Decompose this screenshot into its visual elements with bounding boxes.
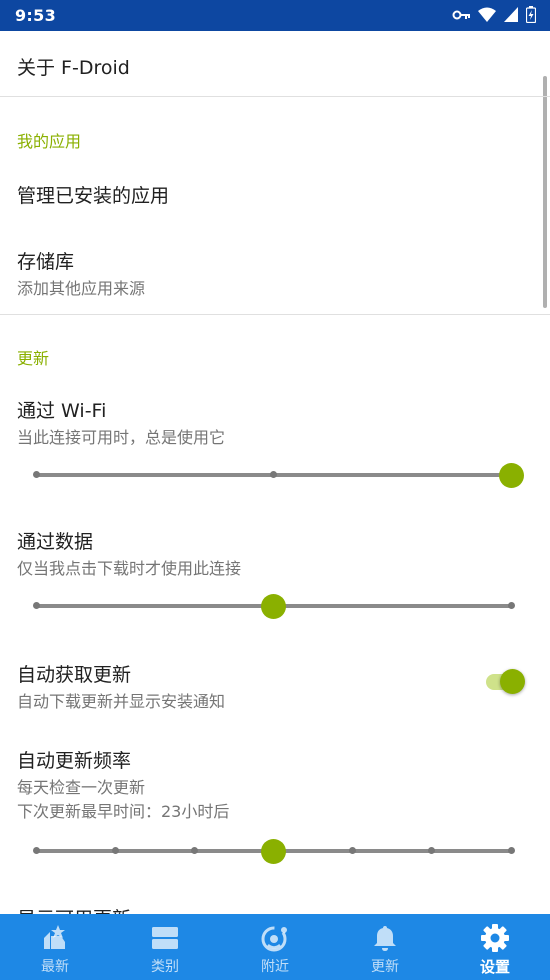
- over-data-summary: 仅当我点击下载时才使用此连接: [17, 559, 242, 578]
- category-my-apps: 我的应用: [17, 132, 82, 151]
- toggle-thumb: [500, 669, 525, 694]
- repositories-item[interactable]: 存储库 添加其他应用来源: [17, 247, 533, 300]
- divider: [0, 96, 550, 97]
- update-frequency-title: 自动更新频率: [17, 750, 132, 772]
- nav-label: 设置: [479, 958, 510, 976]
- over-wifi-slider[interactable]: [32, 460, 524, 490]
- status-time: 9:53: [15, 6, 56, 25]
- nav-label: 更新: [371, 959, 399, 975]
- settings-gear-icon: [480, 923, 510, 953]
- category-updates: 更新: [17, 349, 50, 368]
- slider-thumb[interactable]: [261, 594, 286, 619]
- auto-fetch-toggle[interactable]: [486, 667, 526, 697]
- repositories-title: 存储库: [17, 251, 75, 273]
- over-data-item: 通过数据 仅当我点击下载时才使用此连接: [17, 527, 533, 580]
- nav-label: 附近: [261, 959, 289, 975]
- nav-nearby[interactable]: 附近: [220, 914, 330, 980]
- auto-fetch-updates-item[interactable]: 自动获取更新 自动下载更新并显示安装通知: [17, 660, 533, 713]
- slider-tick: [507, 847, 515, 854]
- manage-installed-apps-item[interactable]: 管理已安装的应用: [17, 181, 533, 208]
- bottom-navigation: 最新 类别 附近 更新 设置: [0, 914, 550, 980]
- slider-tick: [32, 471, 40, 478]
- over-data-slider[interactable]: [32, 591, 515, 621]
- settings-list[interactable]: 关于 F-Droid 我的应用 管理已安装的应用 存储库 添加其他应用来源 更新…: [0, 31, 550, 914]
- auto-fetch-summary: 自动下载更新并显示安装通知: [17, 692, 226, 711]
- nav-categories[interactable]: 类别: [110, 914, 220, 980]
- updates-bell-icon: [370, 923, 400, 953]
- repositories-summary: 添加其他应用来源: [17, 279, 146, 298]
- show-available-updates-item[interactable]: 显示可用更新: [17, 904, 533, 914]
- auto-fetch-title: 自动获取更新: [17, 664, 132, 686]
- status-icons: [452, 6, 536, 23]
- nav-label: 类别: [151, 959, 179, 975]
- over-data-title: 通过数据: [17, 531, 94, 553]
- vpn-key-icon: [452, 10, 470, 19]
- slider-tick: [270, 471, 277, 478]
- update-frequency-slider[interactable]: [32, 836, 515, 866]
- wifi-icon: [478, 7, 496, 22]
- slider-tick: [32, 847, 40, 854]
- nearby-icon: [260, 923, 290, 953]
- divider: [0, 314, 550, 315]
- about-fdroid-item[interactable]: 关于 F-Droid: [17, 53, 533, 80]
- nav-settings[interactable]: 设置: [440, 914, 550, 980]
- slider-thumb[interactable]: [261, 839, 286, 864]
- slider-thumb[interactable]: [498, 463, 524, 488]
- slider-tick: [111, 847, 119, 854]
- slider-tick: [190, 847, 198, 854]
- nav-whats-new[interactable]: 最新: [0, 914, 110, 980]
- signal-icon: [504, 7, 518, 22]
- update-frequency-item: 自动更新频率 每天检查一次更新 下次更新最早时间：23小时后: [17, 746, 533, 823]
- update-frequency-next: 下次更新最早时间：23小时后: [17, 802, 230, 821]
- status-bar: 9:53: [0, 0, 550, 31]
- slider-tick: [32, 602, 40, 609]
- nav-label: 最新: [41, 959, 69, 975]
- slider-tick: [507, 602, 515, 609]
- update-frequency-summary: 每天检查一次更新: [17, 778, 146, 797]
- nav-updates[interactable]: 更新: [330, 914, 440, 980]
- over-wifi-summary: 当此连接可用时，总是使用它: [17, 428, 226, 447]
- battery-icon: [526, 6, 536, 23]
- over-wifi-item: 通过 Wi-Fi 当此连接可用时，总是使用它: [17, 396, 533, 449]
- scrollbar[interactable]: [543, 76, 547, 308]
- whats-new-icon: [40, 923, 70, 953]
- over-wifi-title: 通过 Wi-Fi: [17, 400, 107, 422]
- categories-icon: [150, 923, 180, 953]
